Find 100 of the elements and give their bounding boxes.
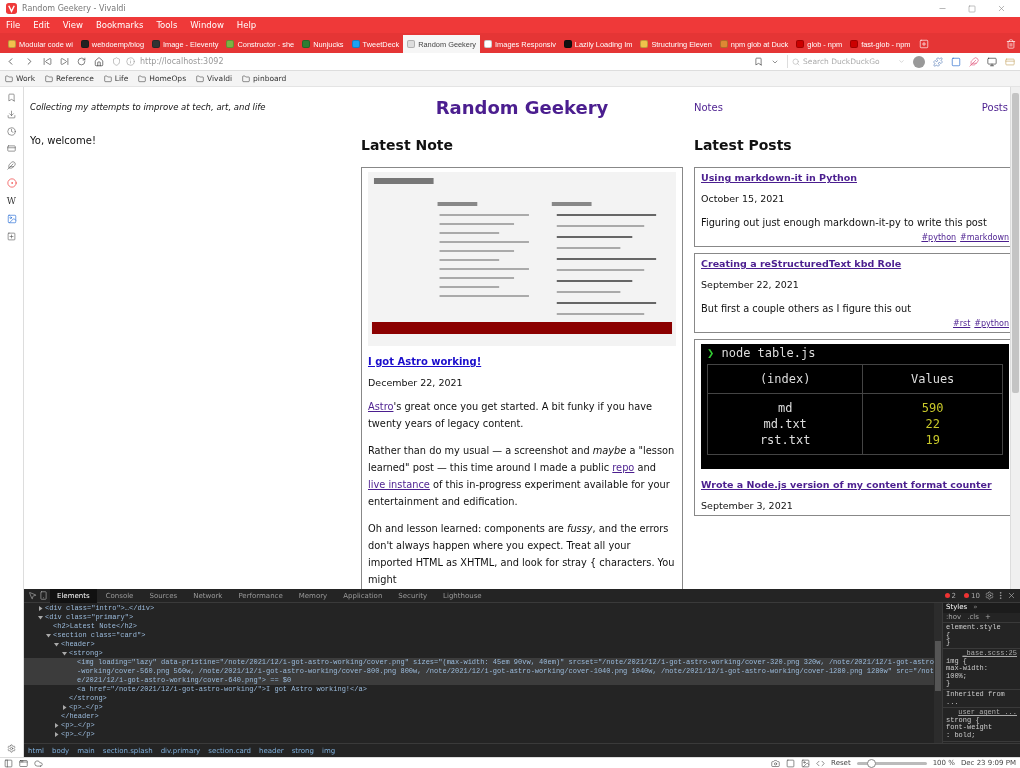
scrollbar[interactable] (934, 603, 942, 743)
extension-icon[interactable] (951, 56, 961, 67)
bookmark-icon[interactable] (7, 93, 16, 102)
post-title[interactable]: Using markdown-it in Python (701, 172, 1009, 183)
nav-link[interactable]: Notes (694, 101, 723, 113)
triangle-icon[interactable] (54, 732, 59, 737)
table-cell: 22 (862, 416, 1003, 432)
clock-icon[interactable] (7, 127, 16, 136)
triangle-icon[interactable] (38, 606, 43, 611)
search-icon[interactable] (792, 57, 800, 66)
wikipedia-icon[interactable]: W (6, 196, 17, 206)
post-summary: But first a couple others as I figure this out (701, 302, 913, 316)
more-icon[interactable] (996, 591, 1005, 600)
reload-icon[interactable] (77, 57, 86, 66)
tag-link[interactable]: #python (921, 233, 957, 242)
paragraph: Oh and lesson learned: components are fussy, and the errors don't always happen where you expect. Treat all your imported HTML as XHTML, and look for stray { characters. You might (368, 522, 676, 587)
code-icon[interactable] (816, 758, 826, 768)
note-title[interactable]: I got Astro working! (368, 356, 676, 367)
tag-link[interactable]: #python (974, 319, 1009, 328)
triangle-icon[interactable] (54, 723, 59, 728)
menu-item[interactable]: Bookmarks (95, 20, 144, 30)
menu-item[interactable]: File (6, 20, 21, 30)
triangle-icon[interactable] (62, 651, 67, 656)
menu-item[interactable]: View (62, 20, 83, 30)
image-icon[interactable] (6, 214, 17, 224)
site-title[interactable]: Random Geekery (361, 96, 683, 118)
table-header: (index) (707, 364, 863, 394)
menu-item[interactable]: Edit (33, 20, 50, 30)
download-icon[interactable] (7, 110, 16, 119)
close-icon[interactable] (1007, 591, 1016, 600)
table-cell: md (707, 393, 863, 416)
extension-icon[interactable] (933, 56, 943, 67)
image-icon[interactable] (801, 758, 811, 768)
post-title[interactable]: Wrote a Node.js version of my content format counter (701, 479, 1009, 490)
add-panel-icon[interactable] (7, 232, 16, 241)
extension-icon[interactable] (969, 56, 979, 67)
tag-link[interactable]: #markdown (960, 233, 1009, 242)
post-date: September 3, 2021 (701, 500, 794, 511)
fast-forward-icon[interactable] (60, 57, 69, 66)
menu-item[interactable]: Window (190, 20, 224, 30)
post-title[interactable]: Creating a reStructuredText kbd Role (701, 258, 1009, 269)
circle-icon[interactable] (6, 178, 17, 188)
zoom-slider[interactable] (856, 761, 927, 765)
window-title: Random Geekery - Vivaldi (22, 4, 126, 13)
section-heading: Latest Note (361, 137, 454, 153)
scrollbar[interactable] (1010, 87, 1020, 589)
text-link[interactable]: repo (612, 462, 635, 473)
close-icon[interactable] (997, 4, 1006, 13)
tag-link[interactable]: #rst (953, 319, 971, 328)
text-link[interactable]: Astro (368, 401, 394, 412)
post-summary: Figuring out just enough markdown-it-py to write this post (701, 216, 988, 230)
folder-icon[interactable] (242, 74, 251, 83)
new-tab-icon[interactable] (918, 39, 929, 49)
maximize-icon[interactable] (968, 4, 976, 13)
feather-icon[interactable] (7, 161, 16, 170)
window-icon[interactable] (19, 758, 28, 768)
shield-icon[interactable] (112, 57, 121, 66)
triangle-icon[interactable] (46, 633, 51, 638)
folder-icon[interactable] (103, 74, 112, 83)
paragraph: Astro's great once you get started. A bit funky if you have twenty years of legacy content. (368, 400, 653, 431)
settings-icon[interactable] (7, 744, 16, 753)
inspect-icon[interactable] (28, 591, 37, 600)
panel-icon[interactable] (4, 758, 13, 768)
home-icon[interactable] (94, 56, 104, 67)
logo-icon (6, 3, 17, 14)
menu-item[interactable]: Tools (156, 20, 178, 30)
paragraph: Rather than do my usual — a screenshot and maybe a "lesson learned" post — this time around I made a public repo and live instance of this in-progress experiment available for your entertainment and edification. (368, 444, 676, 509)
folder-icon[interactable] (196, 74, 205, 83)
settings-icon[interactable] (985, 591, 994, 600)
camera-icon[interactable] (771, 758, 781, 768)
note-date: December 22, 2021 (368, 377, 464, 388)
bookmark-icon[interactable] (754, 57, 763, 66)
menu-item[interactable]: Help (236, 20, 257, 30)
post-date: October 15, 2021 (701, 193, 786, 204)
rewind-icon[interactable] (43, 57, 52, 66)
table-cell: rst.txt (707, 432, 863, 455)
folder-icon[interactable] (45, 74, 53, 83)
card-icon[interactable] (7, 144, 16, 153)
folder-icon[interactable] (138, 74, 147, 83)
table-cell: 19 (862, 432, 1003, 455)
triangle-icon[interactable] (38, 615, 43, 620)
window-icon[interactable] (786, 758, 796, 768)
avatar[interactable] (913, 55, 925, 68)
text-link[interactable]: live instance (368, 479, 430, 490)
table-header: Values (862, 364, 1003, 394)
info-icon[interactable] (126, 57, 135, 66)
extension-icon[interactable] (987, 56, 997, 67)
table-cell: md.txt (707, 416, 863, 432)
triangle-icon[interactable] (62, 705, 67, 710)
triangle-icon[interactable] (54, 642, 59, 647)
slider-thumb[interactable] (866, 758, 876, 768)
device-icon[interactable] (39, 591, 48, 600)
nav-link[interactable]: Posts (981, 101, 1008, 113)
welcome-text: Yo, welcome! (30, 135, 97, 146)
tagline: Collecting my attempts to improve at tech, art, and life (30, 102, 267, 112)
trash-icon[interactable] (1006, 39, 1016, 49)
post-date: September 22, 2021 (701, 279, 800, 290)
terminal-command: ❯ node table.js (707, 346, 817, 360)
cloud-icon[interactable] (34, 758, 43, 768)
folder-icon[interactable] (5, 74, 13, 83)
